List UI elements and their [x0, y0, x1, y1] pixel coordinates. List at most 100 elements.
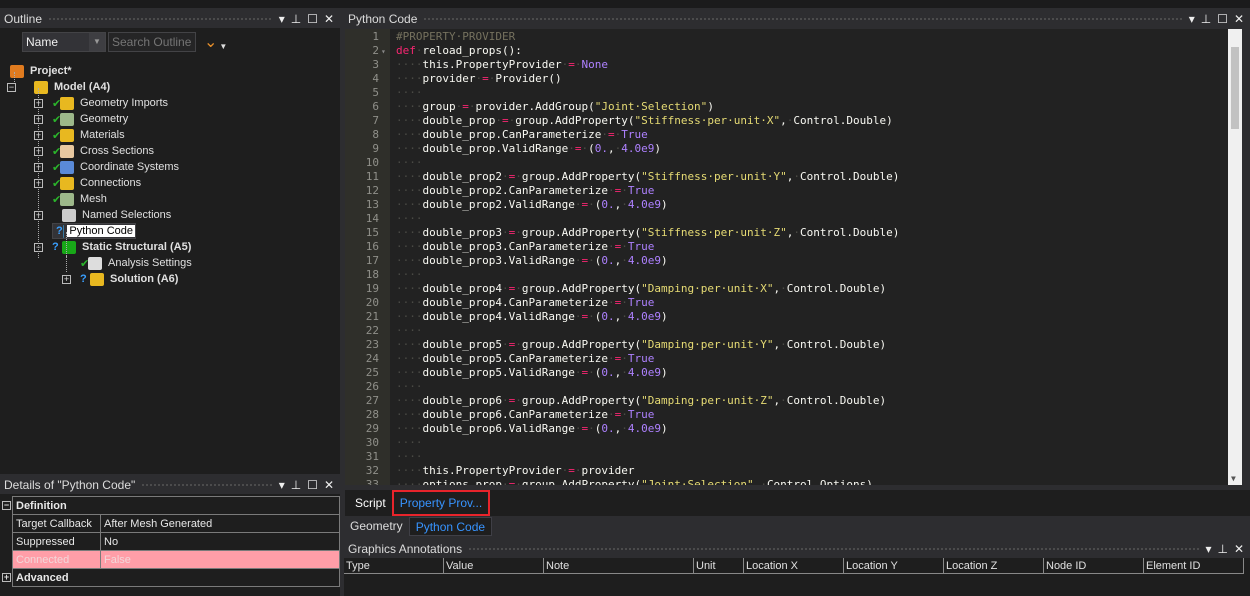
code-line: 6 ····group·=·provider.AddGroup("Joint·Se… [345, 100, 1225, 114]
dropdown-icon[interactable]: ▾ [1189, 12, 1195, 26]
tree-item[interactable]: ✔ Analysis Settings [80, 255, 194, 271]
tree-line [66, 256, 67, 272]
tab-python-code[interactable]: Python Code [408, 516, 493, 536]
code-line: 11 ····double_prop2·=·group.AddProperty("… [345, 170, 1225, 184]
collapse-icon[interactable]: − [2, 501, 11, 510]
tab-property-prov-[interactable]: Property Prov... [391, 490, 491, 516]
tree-item-label: Mesh [80, 193, 107, 205]
code-line: 12 ····double_prop2.CanParameterize·=·Tru… [345, 184, 1225, 198]
tree-item[interactable]: ✔ Mesh [52, 191, 109, 207]
scrollbar-thumb[interactable] [1231, 47, 1239, 129]
code-text: ····options_prop·=·group.AddProperty("Jo… [396, 478, 873, 485]
pin-icon[interactable]: ⊥ [291, 478, 301, 492]
code-editor[interactable]: 1 #PROPERTY·PROVIDER 2 ▾ def·reload_props():… [345, 29, 1242, 485]
column-header[interactable]: Location X [744, 558, 844, 574]
code-text: ····double_prop5·=·group.AddProperty("Da… [396, 338, 887, 351]
property-value[interactable]: After Mesh Generated [100, 514, 340, 533]
tree-item[interactable]: Named Selections [52, 207, 173, 223]
tree-item-label: Coordinate Systems [80, 161, 180, 173]
column-header[interactable]: Type [344, 558, 444, 574]
column-header[interactable]: Location Y [844, 558, 944, 574]
top-strip [0, 0, 1250, 8]
line-number: 28 [365, 408, 379, 421]
line-number: 31 [365, 450, 379, 463]
code-line: 15 ····double_prop3·=·group.AddProperty("… [345, 226, 1225, 240]
code-text: ····double_prop.CanParameterize·=·True [396, 128, 648, 141]
collapse-icon[interactable]: − [7, 83, 16, 92]
tree-item[interactable]: Model (A4) [34, 79, 112, 95]
dropdown-icon[interactable]: ▾ [279, 478, 285, 492]
line-number: 1 [372, 30, 379, 43]
scroll-down-icon[interactable]: ▼ [1231, 474, 1236, 483]
details-row[interactable]: Connected False [12, 550, 340, 569]
column-header[interactable]: Value [444, 558, 544, 574]
close-icon[interactable]: ✕ [324, 478, 334, 492]
column-header[interactable]: Location Z [944, 558, 1044, 574]
close-icon[interactable]: ✕ [1234, 542, 1244, 556]
column-header[interactable]: Node ID [1044, 558, 1144, 574]
line-number: 4 [372, 72, 379, 85]
tree-item[interactable]: ? Static Structural (A5) [52, 239, 193, 255]
close-icon[interactable]: ✕ [324, 12, 334, 26]
maximize-icon[interactable]: ☐ [1217, 12, 1228, 26]
code-text: ····provider·=·Provider() [396, 72, 562, 85]
pin-icon[interactable]: ⊥ [291, 12, 301, 26]
more-dropdown-icon[interactable]: ▼ [219, 42, 227, 51]
tree-item[interactable]: ? Python Code [52, 223, 136, 239]
tree-item[interactable]: ? Solution (A6) [80, 271, 180, 287]
maximize-icon[interactable]: ☐ [307, 478, 318, 492]
code-text: #PROPERTY·PROVIDER [396, 30, 515, 43]
code-text: ····double_prop3.CanParameterize·=·True [396, 240, 655, 253]
details-group-advanced[interactable]: Advanced + [2, 568, 340, 587]
tree-line [14, 72, 15, 82]
tab-geometry[interactable]: Geometry [344, 517, 409, 536]
code-text: ····this.PropertyProvider·=·provider [396, 464, 635, 477]
expand-icon[interactable]: + [2, 573, 11, 582]
property-value[interactable]: No [100, 532, 340, 551]
dropdown-icon[interactable]: ▾ [1205, 542, 1211, 556]
tree-item[interactable]: ✔ Geometry [52, 111, 130, 127]
details-panel: Definition − Target Callback After Mesh Gen… [0, 494, 340, 596]
expand-filter-icon[interactable]: ⌄ [204, 32, 217, 52]
expand-icon[interactable]: + [62, 275, 71, 284]
filter-select-value: Name [26, 35, 59, 49]
close-icon[interactable]: ✕ [1234, 12, 1244, 26]
code-text: ····double_prop6.ValidRange·=·(0.,·4.0e9… [396, 422, 668, 435]
analysis-settings-icon [88, 256, 102, 270]
vertical-scrollbar[interactable]: ▼ [1228, 29, 1242, 485]
details-row[interactable]: Suppressed No [12, 532, 340, 551]
tree-item[interactable]: ✔ Coordinate Systems [52, 159, 181, 175]
tree-item-label: Analysis Settings [108, 257, 192, 269]
property-value[interactable]: False [100, 550, 340, 569]
column-header[interactable]: Note [544, 558, 694, 574]
column-header[interactable]: Element ID [1144, 558, 1244, 574]
maximize-icon[interactable]: ☐ [307, 12, 318, 26]
pin-icon[interactable]: ⊥ [1201, 12, 1211, 26]
outline-panel: Name ▼ ⌄ ▼ Project* − Model (A4) + ✔Geometry … [0, 28, 340, 474]
search-outline-input[interactable] [108, 32, 196, 52]
fold-icon[interactable]: ▾ [379, 45, 396, 59]
line-number: 17 [365, 254, 379, 267]
code-line: 7 ····double_prop·=·group.AddProperty("St… [345, 114, 1225, 128]
tree-item[interactable]: ✔ Cross Sections [52, 143, 156, 159]
dropdown-icon[interactable]: ▾ [279, 12, 285, 26]
details-row[interactable]: Target Callback After Mesh Generated [12, 514, 340, 533]
code-text: ····double_prop4·=·group.AddProperty("Da… [396, 282, 887, 295]
tree-item[interactable]: ✔ Materials [52, 127, 127, 143]
details-group-definition[interactable]: Definition − [2, 496, 340, 515]
tree-item[interactable]: ✔ Connections [52, 175, 143, 191]
line-number: 33 [365, 478, 379, 485]
pin-icon[interactable]: ⊥ [1217, 542, 1227, 556]
line-number: 19 [365, 282, 379, 295]
filter-select[interactable]: Name ▼ [22, 32, 106, 52]
tree-item-label: Named Selections [82, 209, 172, 221]
tab-script[interactable]: Script [349, 493, 392, 513]
code-text: ····double_prop3·=·group.AddProperty("St… [396, 226, 900, 239]
group-label: Advanced + [2, 568, 340, 587]
tree-item[interactable]: Project* [10, 63, 74, 79]
tree-item[interactable]: ✔ Geometry Imports [52, 95, 170, 111]
line-number: 13 [365, 198, 379, 211]
column-header[interactable]: Unit [694, 558, 744, 574]
line-number: 24 [365, 352, 379, 365]
tree-item-label: Connections [80, 177, 142, 189]
